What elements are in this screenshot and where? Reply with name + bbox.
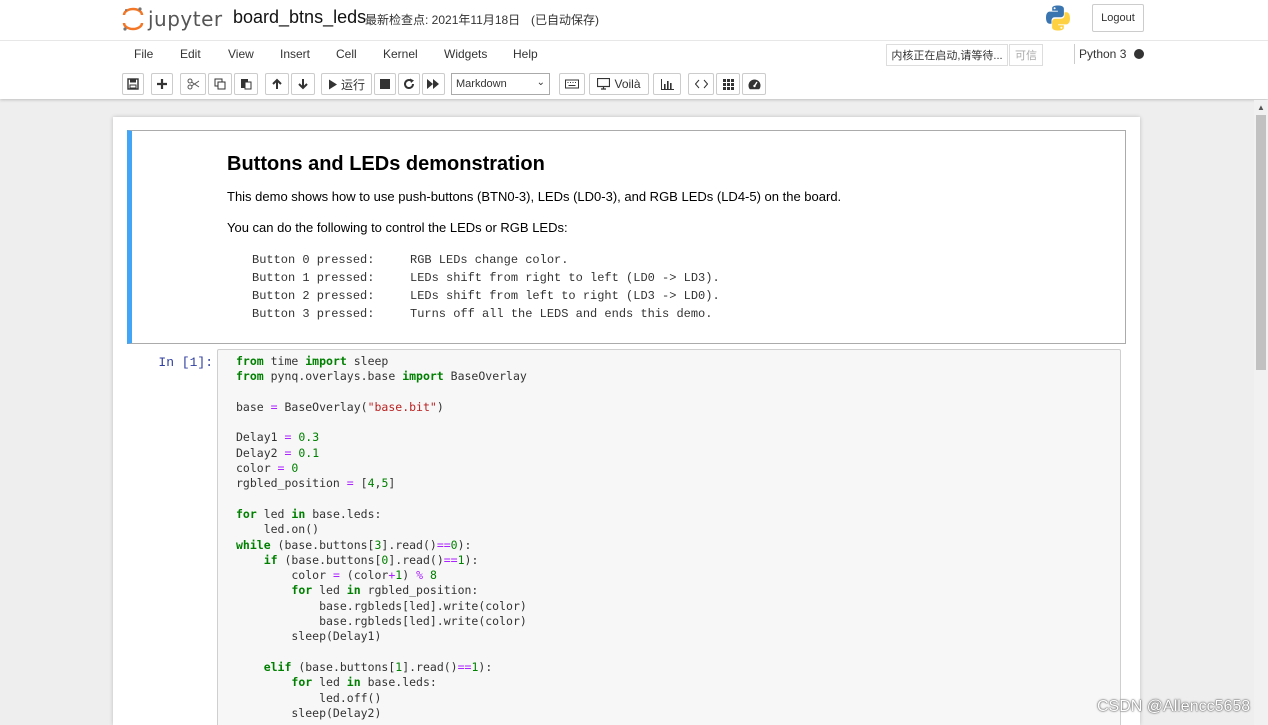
jupyter-logo[interactable]: jupyter — [122, 5, 223, 33]
arrow-down-icon — [298, 79, 308, 90]
kernel-busy-icon — [1134, 49, 1145, 59]
copy-button[interactable] — [208, 73, 232, 95]
cell-type-value: Markdown — [456, 78, 507, 90]
menu-bar: File Edit View Insert Cell Kernel Widget… — [0, 40, 1268, 68]
grid-icon — [722, 78, 734, 90]
interrupt-kernel-button[interactable] — [374, 73, 396, 95]
scissors-icon — [187, 78, 199, 90]
save-icon — [127, 78, 139, 90]
jupyter-logo-icon — [122, 7, 144, 31]
save-button[interactable] — [122, 73, 144, 95]
kernel-indicator: Python 3 — [1074, 44, 1145, 64]
markdown-paragraph-controls: You can do the following to control the … — [227, 220, 568, 235]
cut-button[interactable] — [180, 73, 206, 95]
menu-edit[interactable]: Edit — [180, 47, 201, 61]
watermark: CSDN @Allencc5658 — [1097, 698, 1251, 715]
dashboard-icon — [748, 79, 760, 89]
python-logo-icon — [1046, 5, 1070, 31]
fast-forward-icon — [427, 79, 439, 89]
notebook-container: Buttons and LEDs demonstration This demo… — [113, 117, 1140, 725]
code-icon — [694, 79, 708, 89]
restart-kernel-button[interactable] — [398, 73, 420, 95]
menu-help[interactable]: Help — [513, 47, 538, 61]
markdown-paragraph-intro: This demo shows how to use push-buttons … — [227, 189, 842, 204]
copy-icon — [214, 78, 226, 90]
button-action-row: Button 1 pressed: LEDs shift from right t… — [252, 271, 720, 285]
stop-icon — [380, 79, 390, 89]
move-cell-down-button[interactable] — [291, 73, 315, 95]
paste-icon — [241, 79, 252, 90]
menu-file[interactable]: File — [134, 47, 153, 61]
run-button[interactable]: 运行 — [321, 73, 372, 95]
arrow-up-icon — [272, 78, 282, 89]
markdown-heading: Buttons and LEDs demonstration — [227, 153, 545, 175]
checkpoint-status: 最新检查点: 2021年11月18日 — [365, 13, 521, 27]
toolbar: 运行 Markdown ⌄ Voilà — [0, 68, 1268, 100]
kernel-name: Python 3 — [1079, 47, 1127, 61]
voila-button[interactable]: Voilà — [589, 73, 649, 95]
desktop-icon — [597, 78, 611, 90]
grid-button[interactable] — [716, 73, 740, 95]
run-label: 运行 — [340, 77, 365, 92]
button-actions-block: Button 0 pressed: RGB LEDs change color. B… — [252, 251, 720, 323]
notebook-name[interactable]: board_btns_leds — [233, 7, 366, 28]
keyboard-icon — [565, 79, 579, 89]
command-palette-button[interactable] — [559, 73, 585, 95]
code-view-button[interactable] — [688, 73, 714, 95]
scroll-up-arrow-icon[interactable]: ▲ — [1254, 100, 1268, 114]
move-cell-up-button[interactable] — [265, 73, 289, 95]
restart-icon — [404, 78, 415, 90]
autosave-status: (已自动保存) — [531, 13, 599, 27]
voila-label: Voilà — [614, 77, 641, 91]
play-icon — [328, 79, 337, 89]
code-cell[interactable]: In [1]: from time import sleep from pynq… — [127, 349, 1126, 725]
dashboard-button[interactable] — [742, 73, 766, 95]
button-action-row: Button 0 pressed: RGB LEDs change color. — [252, 253, 569, 267]
code-content[interactable]: from time import sleep from pynq.overlay… — [236, 354, 527, 721]
insert-cell-button[interactable] — [151, 73, 173, 95]
scrollbar-thumb[interactable] — [1256, 115, 1266, 370]
cell-type-select[interactable]: Markdown ⌄ — [451, 73, 550, 95]
menu-view[interactable]: View — [228, 47, 254, 61]
menu-widgets[interactable]: Widgets — [444, 47, 487, 61]
top-bar: jupyter board_btns_leds 最新检查点: 2021年11月1… — [0, 0, 1268, 40]
menu-kernel[interactable]: Kernel — [383, 47, 418, 61]
menu-cell[interactable]: Cell — [336, 47, 357, 61]
kernel-status-indicator: 内核正在启动,请等待... — [886, 44, 1008, 66]
chart-button[interactable] — [653, 73, 681, 95]
menu-insert[interactable]: Insert — [280, 47, 310, 61]
bar-chart-icon — [660, 78, 674, 90]
trusted-notebook-button[interactable]: 可信 — [1009, 44, 1043, 66]
button-action-row: Button 2 pressed: LEDs shift from left to… — [252, 289, 720, 303]
markdown-cell[interactable]: Buttons and LEDs demonstration This demo… — [127, 130, 1126, 344]
input-prompt: In [1]: — [158, 355, 213, 370]
notebook-header: jupyter board_btns_leds 最新检查点: 2021年11月1… — [0, 0, 1268, 99]
restart-run-all-button[interactable] — [422, 73, 445, 95]
chevron-down-icon: ⌄ — [536, 77, 545, 88]
logo-text: jupyter — [148, 7, 223, 31]
paste-button[interactable] — [234, 73, 258, 95]
code-editor[interactable]: from time import sleep from pynq.overlay… — [217, 349, 1121, 725]
plus-icon — [157, 79, 167, 89]
logout-button[interactable]: Logout — [1092, 4, 1144, 32]
button-action-row: Button 3 pressed: Turns off all the LEDS … — [252, 307, 713, 321]
